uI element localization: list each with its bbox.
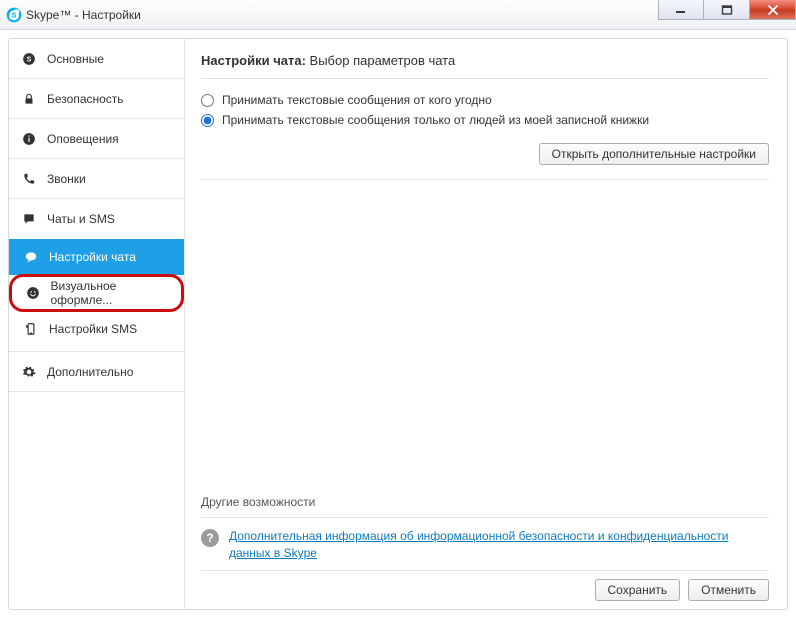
chat-bubble-icon xyxy=(23,249,39,265)
content-heading: Настройки чата: Выбор параметров чата xyxy=(201,53,769,79)
sidebar-item-security[interactable]: Безопасность xyxy=(9,79,184,119)
radio-group: Принимать текстовые сообщения от кого уг… xyxy=(201,93,769,127)
radio-anyone[interactable]: Принимать текстовые сообщения от кого уг… xyxy=(201,93,769,107)
titlebar: S Skype™ - Настройки xyxy=(0,0,796,30)
sidebar-item-label: Основные xyxy=(47,52,104,66)
skype-logo: S xyxy=(6,7,22,23)
security-info-link[interactable]: Дополнительная информация об информацион… xyxy=(229,528,769,562)
radio-label: Принимать текстовые сообщения от кого уг… xyxy=(222,93,492,107)
close-button[interactable] xyxy=(750,0,796,20)
radio-anyone-input[interactable] xyxy=(201,94,214,107)
radio-contacts-input[interactable] xyxy=(201,114,214,127)
gear-icon xyxy=(21,364,37,380)
sidebar-item-label: Оповещения xyxy=(47,132,119,146)
sidebar-item-chat-settings[interactable]: Настройки чата xyxy=(9,239,184,275)
chat-icon xyxy=(21,211,37,227)
lock-icon xyxy=(21,91,37,107)
svg-text:S: S xyxy=(27,56,32,63)
sidebar-item-chats-sms[interactable]: Чаты и SMS xyxy=(9,199,184,239)
radio-contacts[interactable]: Принимать текстовые сообщения только от … xyxy=(201,113,769,127)
sidebar-item-label: Дополнительно xyxy=(47,365,133,379)
sidebar-item-appearance[interactable]: Визуальное оформле... xyxy=(9,274,184,312)
phone-icon xyxy=(21,171,37,187)
radio-label: Принимать текстовые сообщения только от … xyxy=(222,113,649,127)
sidebar-item-calls[interactable]: Звонки xyxy=(9,159,184,199)
heading-strong: Настройки чата: xyxy=(201,53,306,68)
dialog-buttons: Сохранить Отменить xyxy=(201,570,769,601)
other-heading: Другие возможности xyxy=(201,495,769,518)
info-row: ? Дополнительная информация об информаци… xyxy=(201,528,769,570)
minimize-button[interactable] xyxy=(658,0,704,20)
sidebar-item-label: Настройки чата xyxy=(49,250,136,264)
sidebar-item-sms-settings[interactable]: Настройки SMS xyxy=(9,311,184,347)
sidebar-item-label: Звонки xyxy=(47,172,86,186)
question-icon: ? xyxy=(201,529,219,547)
sidebar: S Основные Безопасность Оповещения xyxy=(9,39,185,609)
sidebar-item-label: Безопасность xyxy=(47,92,124,106)
cancel-button[interactable]: Отменить xyxy=(688,579,769,601)
sidebar-item-label: Настройки SMS xyxy=(49,322,137,336)
sms-phone-icon xyxy=(23,321,39,337)
window-controls xyxy=(658,0,796,20)
sidebar-item-label: Чаты и SMS xyxy=(47,212,115,226)
heading-rest: Выбор параметров чата xyxy=(310,53,456,68)
sidebar-item-advanced[interactable]: Дополнительно xyxy=(9,352,184,392)
window-title: Skype™ - Настройки xyxy=(26,8,141,22)
sidebar-item-notifications[interactable]: Оповещения xyxy=(9,119,184,159)
maximize-button[interactable] xyxy=(704,0,750,20)
sidebar-item-label: Визуальное оформле... xyxy=(50,279,169,307)
open-advanced-button[interactable]: Открыть дополнительные настройки xyxy=(539,143,769,165)
skype-icon: S xyxy=(21,51,37,67)
svg-text:S: S xyxy=(12,10,17,19)
settings-panel: S Основные Безопасность Оповещения xyxy=(8,38,788,610)
save-button[interactable]: Сохранить xyxy=(595,579,681,601)
smile-icon xyxy=(26,285,40,301)
info-icon xyxy=(21,131,37,147)
sidebar-item-general[interactable]: S Основные xyxy=(9,39,184,79)
content: Настройки чата: Выбор параметров чата Пр… xyxy=(185,39,787,609)
